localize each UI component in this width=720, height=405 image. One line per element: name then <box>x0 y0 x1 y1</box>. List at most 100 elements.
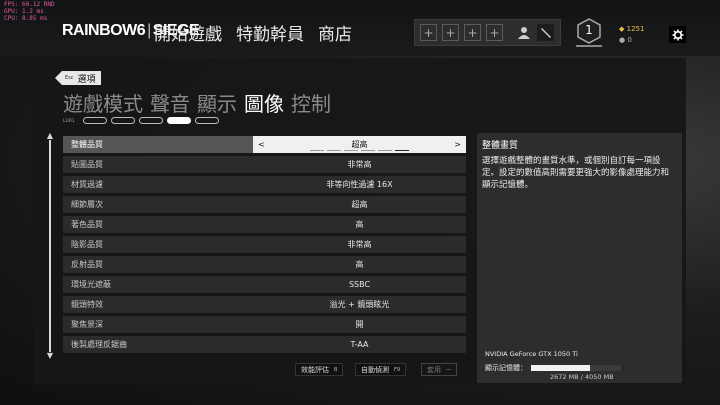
setting-label: 鏡頭特效 <box>71 300 103 309</box>
quality-tick <box>378 150 392 151</box>
debug-line: FPS: 60.12 RND <box>4 1 55 8</box>
button-label: 套用 <box>427 365 441 374</box>
key-hint: --- <box>446 366 452 373</box>
setting-row[interactable]: 聚焦景深 開 <box>63 316 466 333</box>
setting-row[interactable]: 著色品質 高 <box>63 216 466 233</box>
button-label: 自動偵測 <box>361 365 389 374</box>
user-icon[interactable] <box>516 24 532 41</box>
top-bar: FPS: 60.12 RND GPU: 1.2 ms CPU: 8.85 ms … <box>0 0 720 56</box>
setting-row[interactable]: 環境光遮蔽 SSBC <box>63 276 466 293</box>
key-hint: F9 <box>394 366 401 373</box>
info-title: 整體畫質 <box>482 141 519 151</box>
tab-sound[interactable]: 聲音 <box>150 88 190 117</box>
logo-text: RAINBOW <box>62 22 137 39</box>
key-hint: Esc <box>65 75 74 81</box>
invite-slot[interactable]: + <box>420 24 437 41</box>
key-hint: L1/R1 <box>63 118 75 123</box>
options-tabs: 遊戲模式 聲音 顯示 圖像 控制 <box>63 88 331 117</box>
pager-pill[interactable] <box>83 117 107 124</box>
setting-label: 整體品質 <box>63 136 253 153</box>
setting-value: 超高 <box>351 140 368 149</box>
pager-pill[interactable] <box>195 117 219 124</box>
setting-label: 貼圖品質 <box>71 160 103 169</box>
nav-shop[interactable]: 商店 <box>318 20 352 45</box>
setting-row[interactable]: 反射品質 高 <box>63 256 466 273</box>
invite-slot[interactable]: + <box>464 24 481 41</box>
squad-bar: + + + + <box>414 19 561 46</box>
setting-row[interactable]: 陰影品質 非常高 <box>63 236 466 253</box>
invite-slot[interactable]: + <box>442 24 459 41</box>
quality-tick <box>361 150 375 151</box>
apply-button[interactable]: 套用 --- <box>421 363 458 376</box>
benchmark-button[interactable]: 效能評估 B <box>295 363 344 376</box>
quality-tick <box>310 150 324 151</box>
setting-row[interactable]: 後製處理反鋸齒 T-AA <box>63 336 466 353</box>
scrollbar[interactable]: ▲ ▼ <box>44 132 56 360</box>
setting-value: 非常高 <box>347 160 372 169</box>
setting-value: 非等向性過濾 16X <box>326 180 393 189</box>
setting-label: 材質過濾 <box>71 180 103 189</box>
setting-info-panel: 整體畫質 選擇遊戲整體的畫質水準，或個別自訂每一項設定。設定的數值高則需要更強大… <box>477 133 682 383</box>
nav-operators[interactable]: 特勤幹員 <box>236 20 304 45</box>
back-arrow-icon <box>55 71 62 85</box>
chevron-down-icon[interactable]: ▼ <box>45 352 55 360</box>
tab-controls[interactable]: 控制 <box>291 88 331 117</box>
setting-row[interactable]: 細節層次 超高 <box>63 196 466 213</box>
pager-pill[interactable] <box>167 117 191 124</box>
setting-value: T-AA <box>350 340 369 349</box>
gpu-name: NVIDIA GeForce GTX 1050 Ti <box>485 350 578 358</box>
setting-value: 高 <box>355 260 364 269</box>
setting-row[interactable]: 鏡頭特效 溢光 + 鏡頭眩光 <box>63 296 466 313</box>
vram-label: 顯示記憶體： <box>485 364 527 372</box>
r6-credits-value: 1251 <box>626 25 645 33</box>
renown-icon: ● <box>619 36 626 44</box>
setting-label: 反射品質 <box>71 260 103 269</box>
setting-label: 環境光遮蔽 <box>71 280 111 289</box>
chevron-left-icon[interactable]: < <box>258 140 265 149</box>
logo-six: 6 <box>136 22 146 39</box>
pager-pill[interactable] <box>111 117 135 124</box>
quality-ticks <box>310 150 409 151</box>
tab-pager: L1/R1 <box>63 117 219 124</box>
gear-icon <box>672 29 683 40</box>
back-button[interactable]: Esc 選項 <box>55 71 101 85</box>
pager-pill[interactable] <box>139 117 163 124</box>
level-number: 1 <box>585 23 593 37</box>
tab-display[interactable]: 顯示 <box>197 88 237 117</box>
key-hint: B <box>334 366 338 373</box>
tab-game-mode[interactable]: 遊戲模式 <box>63 88 143 117</box>
scroll-track[interactable] <box>49 140 51 352</box>
setting-selector[interactable]: < 超高 > <box>253 136 466 153</box>
setting-value: 超高 <box>351 200 368 209</box>
setting-label: 細節層次 <box>71 200 103 209</box>
chevron-right-icon[interactable]: > <box>454 140 461 149</box>
quality-tick <box>327 150 341 151</box>
setting-row[interactable]: 材質過濾 非等向性過濾 16X <box>63 176 466 193</box>
knife-icon[interactable] <box>537 24 554 41</box>
setting-label: 後製處理反鋸齒 <box>71 340 127 349</box>
tab-graphics[interactable]: 圖像 <box>244 88 284 117</box>
info-description: 選擇遊戲整體的畫質水準，或個別自訂每一項設定。設定的數值高則需要更強大的影像處理… <box>482 156 670 190</box>
vram-bar-fill <box>531 365 591 371</box>
setting-row[interactable]: 貼圖品質 非常高 <box>63 156 466 173</box>
setting-value: 開 <box>355 320 364 329</box>
currency-display: ◆ 1251 ● 0 <box>619 24 644 46</box>
nav-play[interactable]: 開始遊戲 <box>154 20 222 45</box>
settings-button[interactable] <box>669 26 686 43</box>
level-badge[interactable]: 1 <box>576 18 602 44</box>
level-progress <box>576 45 602 47</box>
debug-overlay: FPS: 60.12 RND GPU: 1.2 ms CPU: 8.85 ms <box>4 1 55 22</box>
setting-value: SSBC <box>348 280 371 289</box>
chevron-up-icon[interactable]: ▲ <box>45 132 55 140</box>
button-label: 效能評估 <box>301 365 329 374</box>
quality-tick <box>395 150 409 151</box>
invite-slot[interactable]: + <box>486 24 503 41</box>
autodetect-button[interactable]: 自動偵測 F9 <box>355 363 407 376</box>
back-label: 選項 <box>77 74 96 85</box>
vram-meter: 顯示記憶體： <box>485 363 621 373</box>
setting-value: 高 <box>355 220 364 229</box>
setting-row-overall-quality[interactable]: 整體品質 < 超高 > <box>63 136 466 153</box>
setting-label: 著色品質 <box>71 220 103 229</box>
debug-line: GPU: 1.2 ms <box>4 8 44 15</box>
setting-label: 聚焦景深 <box>71 320 103 329</box>
